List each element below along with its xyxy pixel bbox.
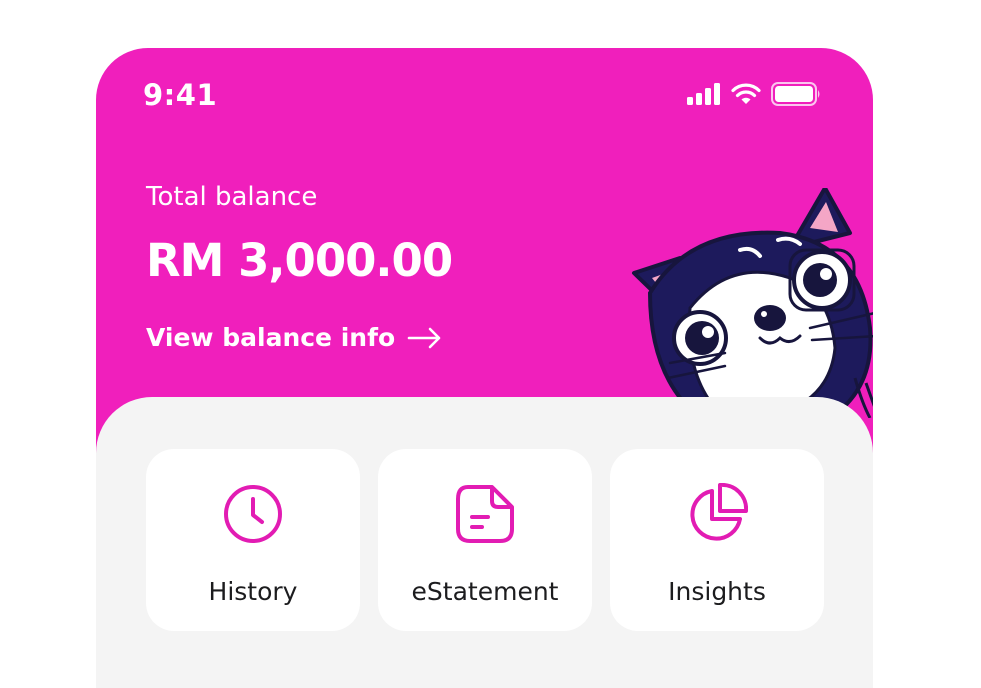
estatement-button[interactable]: eStatement bbox=[378, 449, 592, 631]
battery-icon bbox=[771, 82, 820, 106]
cat-illustration bbox=[632, 188, 873, 418]
document-icon bbox=[456, 485, 514, 543]
pie-chart-icon bbox=[690, 483, 748, 541]
balance-label: Total balance bbox=[146, 182, 318, 212]
insights-button[interactable]: Insights bbox=[610, 449, 824, 631]
insights-label: Insights bbox=[668, 577, 766, 606]
view-balance-info-label: View balance info bbox=[146, 323, 396, 352]
arrow-right-icon bbox=[407, 327, 441, 348]
status-time: 9:41 bbox=[143, 78, 218, 112]
view-balance-info-link[interactable]: View balance info bbox=[146, 323, 443, 352]
wifi-icon bbox=[731, 83, 761, 104]
clock-icon bbox=[224, 485, 282, 543]
signal-icon bbox=[687, 83, 720, 105]
history-button[interactable]: History bbox=[146, 449, 360, 631]
balance-amount: RM 3,000.00 bbox=[146, 234, 453, 287]
quick-actions-panel: History eStatement Insights bbox=[96, 397, 873, 688]
history-label: History bbox=[208, 577, 298, 606]
phone-screen: 9:41 Total balance RM 3,000.00 View bala… bbox=[96, 48, 873, 688]
status-icons bbox=[687, 82, 821, 106]
estatement-label: eStatement bbox=[411, 577, 559, 606]
